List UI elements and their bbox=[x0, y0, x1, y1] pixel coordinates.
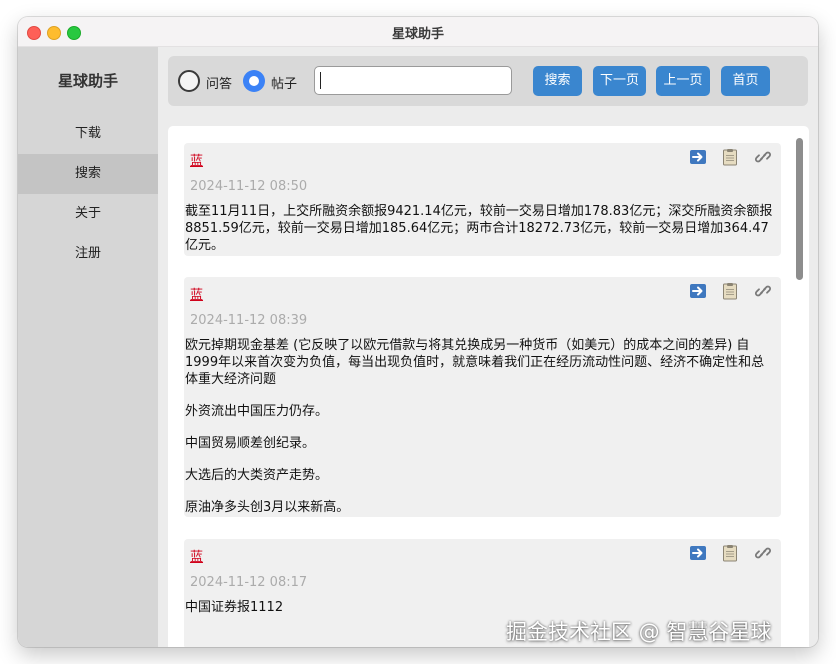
post-card: 蓝 2024-11-12 08:39 欧元掉期现金基差 (它反映了以欧元借款与将… bbox=[184, 277, 781, 517]
text-cursor bbox=[320, 72, 321, 89]
radio-post-label[interactable]: 帖子 bbox=[271, 73, 297, 92]
post-paragraph: 中国证券报1112 bbox=[185, 600, 284, 615]
title-bar: 星球助手 bbox=[18, 17, 818, 47]
post-paragraph: 外资流出中国压力仍存。 bbox=[185, 404, 329, 419]
sidebar-item-search[interactable]: 搜索 bbox=[18, 154, 158, 194]
clipboard-icon[interactable] bbox=[721, 544, 739, 562]
chain-link-icon[interactable] bbox=[754, 282, 772, 300]
app-window: 星球助手 星球助手 下载 搜索 关于 注册 问答 帖子 搜索 下一页 上一页 首… bbox=[18, 17, 818, 647]
post-author[interactable]: 蓝 bbox=[190, 150, 203, 169]
post-paragraph: 截至11月11日，上交所融资余额报9421.14亿元，较前一交易日增加178.8… bbox=[185, 204, 773, 253]
sidebar-item-download[interactable]: 下载 bbox=[18, 114, 158, 154]
post-body: 截至11月11日，上交所融资余额报9421.14亿元，较前一交易日增加178.8… bbox=[185, 203, 777, 269]
post-author[interactable]: 蓝 bbox=[190, 546, 203, 565]
arrow-right-square-icon[interactable] bbox=[689, 544, 707, 562]
results-scrollbar[interactable] bbox=[796, 138, 803, 280]
search-button[interactable]: 搜索 bbox=[533, 66, 582, 96]
sidebar-item-register[interactable]: 注册 bbox=[18, 234, 158, 274]
results-list[interactable]: 蓝 2024-11-12 08:50 截至11月11日，上交所融资余额报9421… bbox=[168, 126, 809, 647]
post-time: 2024-11-12 08:50 bbox=[190, 179, 308, 194]
post-author[interactable]: 蓝 bbox=[190, 284, 203, 303]
search-input[interactable] bbox=[314, 66, 512, 95]
chain-link-icon[interactable] bbox=[754, 544, 772, 562]
search-toolbar: 问答 帖子 搜索 下一页 上一页 首页 bbox=[168, 56, 808, 106]
chain-link-icon[interactable] bbox=[754, 148, 772, 166]
radio-qa[interactable] bbox=[178, 70, 200, 92]
post-card: 蓝 2024-11-12 08:50 截至11月11日，上交所融资余额报9421… bbox=[184, 143, 781, 256]
arrow-right-square-icon[interactable] bbox=[689, 282, 707, 300]
sidebar-item-about[interactable]: 关于 bbox=[18, 194, 158, 234]
clipboard-icon[interactable] bbox=[721, 148, 739, 166]
post-paragraph: 中国贸易顺差创纪录。 bbox=[185, 436, 316, 451]
post-paragraph: 原油净多头创3月以来新高。 bbox=[185, 500, 350, 515]
post-paragraph: 欧元掉期现金基差 (它反映了以欧元借款与将其兑换成另一种货币（如美元）的成本之间… bbox=[185, 338, 765, 387]
main-panel: 问答 帖子 搜索 下一页 上一页 首页 蓝 2024-11-12 08:50 截… bbox=[158, 47, 818, 647]
sidebar-app-title: 星球助手 bbox=[57, 72, 118, 90]
clipboard-icon[interactable] bbox=[721, 282, 739, 300]
sidebar-nav: 下载 搜索 关于 注册 bbox=[18, 114, 158, 274]
sidebar: 星球助手 下载 搜索 关于 注册 bbox=[18, 47, 158, 647]
next-page-button[interactable]: 下一页 bbox=[593, 66, 646, 96]
radio-post[interactable] bbox=[243, 70, 265, 92]
post-time: 2024-11-12 08:17 bbox=[190, 575, 308, 590]
watermark-text: 掘金技术社区 @ 智慧谷星球 bbox=[506, 620, 772, 644]
arrow-right-square-icon[interactable] bbox=[689, 148, 707, 166]
post-time: 2024-11-12 08:39 bbox=[190, 313, 308, 328]
post-body: 欧元掉期现金基差 (它反映了以欧元借款与将其兑换成另一种货币（如美元）的成本之间… bbox=[185, 337, 777, 531]
window-title: 星球助手 bbox=[391, 27, 444, 42]
prev-page-button[interactable]: 上一页 bbox=[656, 66, 710, 96]
home-page-button[interactable]: 首页 bbox=[721, 66, 770, 96]
radio-qa-label[interactable]: 问答 bbox=[206, 73, 232, 92]
post-paragraph: 大选后的大类资产走势。 bbox=[185, 468, 329, 483]
